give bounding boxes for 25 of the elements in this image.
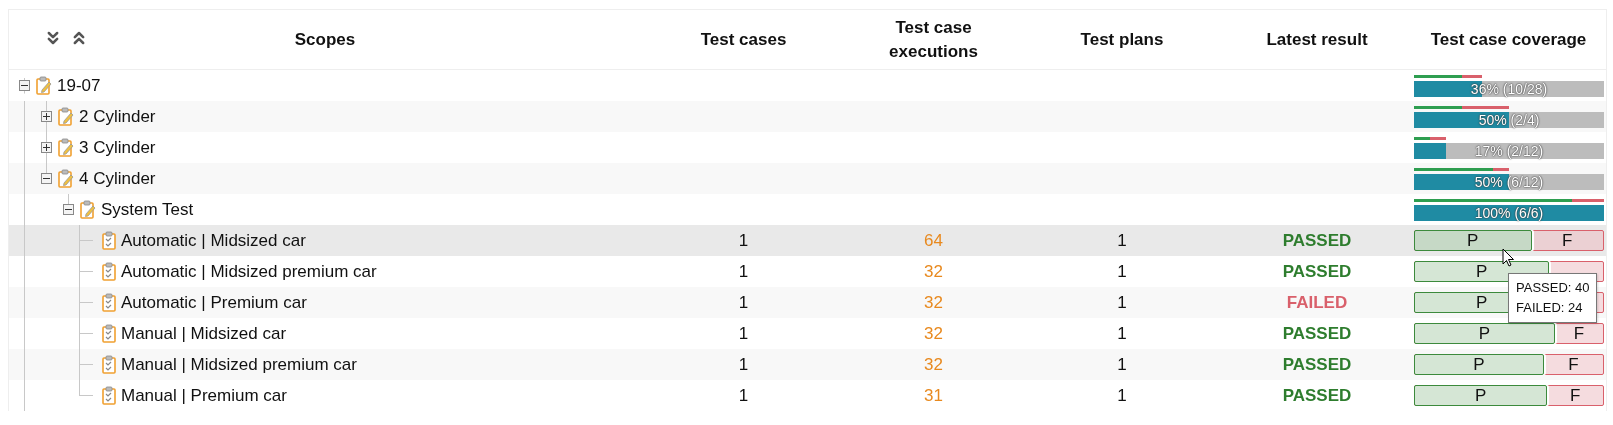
failed-label: F [1572,324,1586,343]
test-plan-count: 1 [1117,292,1127,313]
test-plan-count: 1 [1117,354,1127,375]
result-status: PASSED [1282,354,1352,375]
coverage-label: 100% (6/6) [1473,204,1545,221]
test-case-count: 1 [738,230,749,251]
test-plan-count: 1 [1117,385,1127,406]
result-status: FAILED [1286,292,1348,313]
result-status: PASSED [1282,230,1352,251]
test-plan-count: 1 [1117,323,1127,344]
result-status: PASSED [1282,261,1352,282]
coverage-label: 17% (2/12) [1473,142,1545,159]
test-plan-count: 1 [1117,261,1127,282]
result-status: PASSED [1282,323,1352,344]
result-status: PASSED [1282,385,1352,406]
test-plan-count: 1 [1117,230,1127,251]
failed-label: F [1569,386,1582,405]
failed-label: F [1561,231,1574,250]
test-case-count: 1 [738,354,749,375]
test-case-count: 1 [738,292,749,313]
coverage-label: 50% (2/4) [1477,111,1541,128]
test-case-count: 1 [738,261,749,282]
test-case-count: 1 [738,385,749,406]
test-case-count: 1 [738,323,749,344]
failed-label: F [1567,355,1580,374]
